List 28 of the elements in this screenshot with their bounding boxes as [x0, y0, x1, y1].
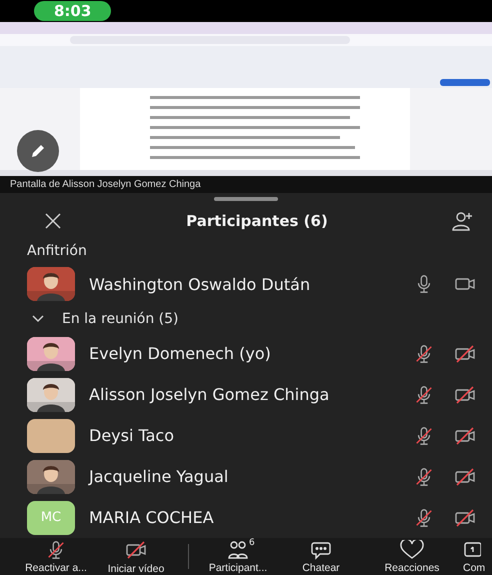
section-heading[interactable]: En la reunión (5) [62, 311, 179, 327]
panel-title: Participantes (6) [186, 212, 328, 230]
participant-name: MARIA COCHEA [89, 508, 215, 527]
participant-name: Evelyn Domenech (yo) [89, 344, 272, 363]
heart-icon [400, 540, 424, 560]
people-icon [227, 540, 249, 560]
status-time: 8:03 [34, 1, 112, 21]
participant-name: Alisson Joselyn Gomez Chinga [89, 385, 330, 404]
toolbar-button[interactable]: Reactivar a... [12, 538, 100, 575]
toolbar-button[interactable]: Iniciar vídeo [100, 538, 172, 575]
toolbar-button[interactable]: Com [453, 538, 492, 575]
toolbar-button[interactable]: Chatear [271, 538, 371, 575]
close-icon[interactable] [44, 212, 62, 230]
share-screen-icon [463, 540, 481, 560]
chevron-icon[interactable] [32, 315, 44, 323]
participant-name: Jacqueline Yagual [89, 467, 230, 486]
shared-screen-caption: Pantalla de Alisson Joselyn Gomez Chinga [0, 176, 492, 193]
drag-handle[interactable] [214, 197, 278, 201]
toolbar-button[interactable]: Reacciones [371, 538, 453, 575]
participant-count: 6 [249, 538, 255, 548]
pencil-icon [29, 142, 47, 160]
section-heading: Anfitrión [26, 242, 88, 261]
chat-icon [310, 540, 332, 560]
participant-name: Deysi Taco [89, 426, 176, 445]
add-person-icon[interactable] [452, 211, 474, 231]
avatar-initials: MC [27, 500, 75, 534]
participant-name: Washington Oswaldo Dután [89, 274, 312, 294]
toolbar-button[interactable]: 6 Participant... [205, 538, 271, 575]
